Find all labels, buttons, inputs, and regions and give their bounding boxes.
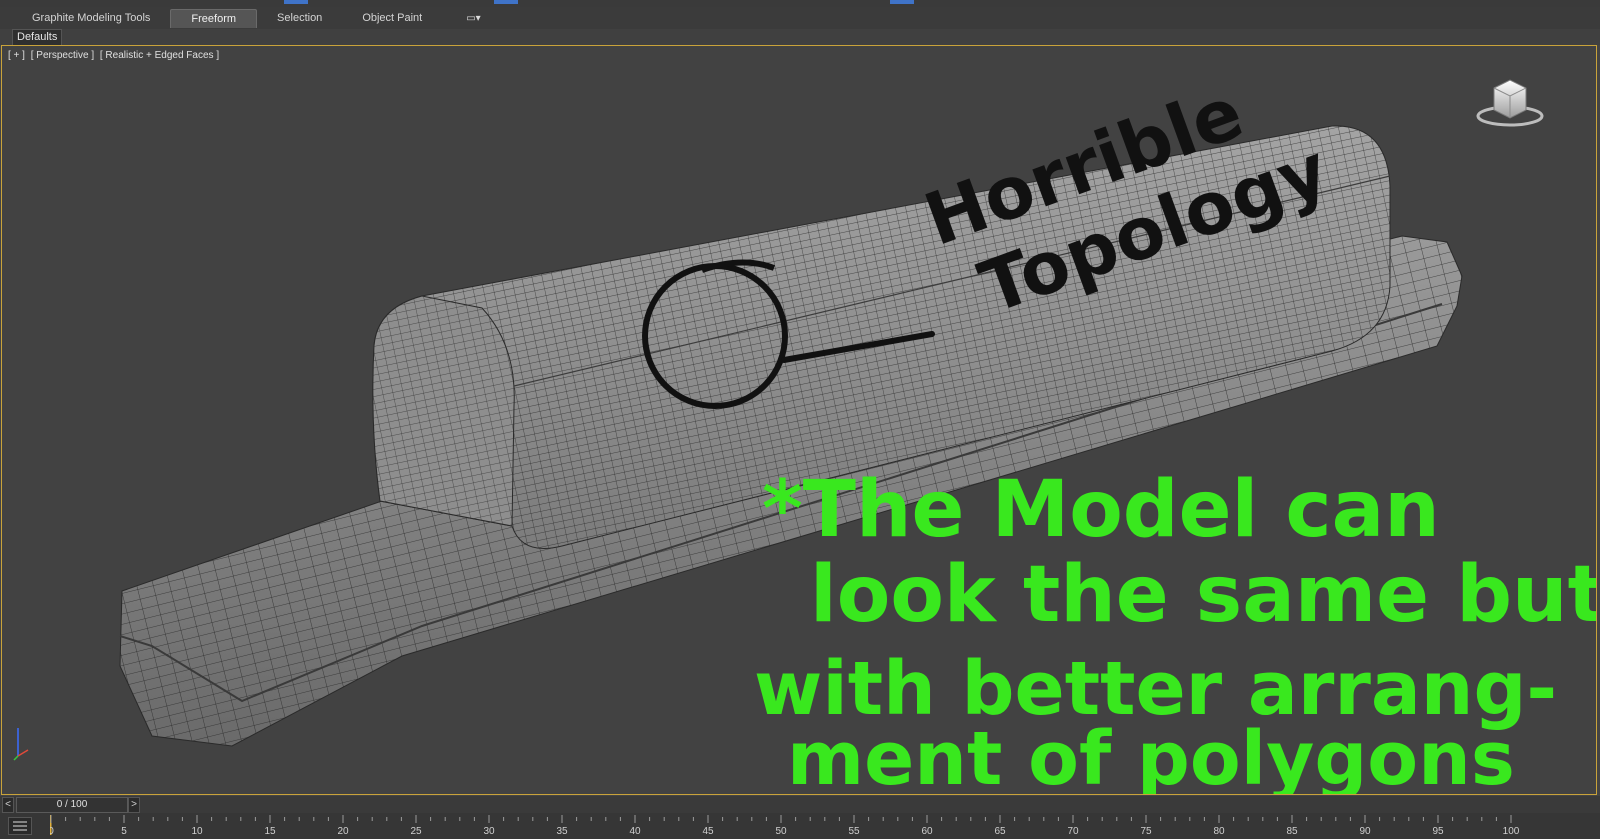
top-toolbar-strip <box>0 0 1600 7</box>
trackbar-tick-label: 80 <box>1213 826 1225 837</box>
ribbon-tabs: Graphite Modeling Tools Freeform Selecti… <box>0 7 1600 30</box>
trackbar-tick-label: 20 <box>337 826 349 837</box>
trackbar-ticks: 0 5 10 15 20 25 30 35 40 45 50 55 60 65 70 75 80 85 90 95 10… <box>50 815 1520 837</box>
trackbar-tick-label: 55 <box>848 826 860 837</box>
trackbar-tick-label: 10 <box>191 826 203 837</box>
time-slider-frame[interactable]: 0 / 100 <box>16 797 128 813</box>
trackbar-tick-label: 50 <box>775 826 787 837</box>
tab-selection[interactable]: Selection <box>257 9 342 27</box>
defaults-bar: Defaults <box>0 29 1600 46</box>
trackbar-tick-label: 45 <box>702 826 714 837</box>
trackbar-tick-label: 65 <box>994 826 1006 837</box>
time-slider-prev-button[interactable]: < <box>2 797 14 813</box>
trackbar-tick-label: 95 <box>1432 826 1444 837</box>
axis-tripod-icon <box>13 728 29 761</box>
trackbar-tick-label: 25 <box>410 826 422 837</box>
trackbar-tick-label: 85 <box>1286 826 1298 837</box>
annotation-green-line-2: look the same but <box>810 550 1596 640</box>
trackbar-tick-label: 15 <box>264 826 276 837</box>
tab-graphite-modeling-tools[interactable]: Graphite Modeling Tools <box>12 9 170 27</box>
trackbar-tick-label: 35 <box>556 826 568 837</box>
toolbar-button[interactable] <box>890 0 914 4</box>
defaults-button[interactable]: Defaults <box>12 29 63 46</box>
viewcube-icon[interactable] <box>1476 79 1544 127</box>
trackbar-tick-label: 5 <box>121 826 127 837</box>
ribbon-options-icon[interactable]: ▭▾ <box>466 13 480 24</box>
toolbar-button[interactable] <box>284 0 308 4</box>
tab-freeform[interactable]: Freeform <box>170 8 258 28</box>
tab-object-paint[interactable]: Object Paint <box>342 9 442 27</box>
trackbar-tick-label: 40 <box>629 826 641 837</box>
trackbar-tick-label: 100 <box>1503 826 1520 837</box>
trackbar-tick-label: 60 <box>921 826 933 837</box>
time-slider-next-button[interactable]: > <box>128 797 140 813</box>
trackbar-tick-label: 0 <box>50 826 54 837</box>
trackbar[interactable]: 0 5 10 15 20 25 30 35 40 45 50 55 60 65 70 75 80 85 90 95 10… <box>0 813 1600 839</box>
trackbar-tick-label: 30 <box>483 826 495 837</box>
time-slider-bar: < 0 / 100 > <box>0 796 1600 813</box>
annotation-green-line-4: ment of polygons <box>787 716 1515 794</box>
toolbar-button[interactable] <box>494 0 518 4</box>
perspective-viewport[interactable]: [ + ] [ Perspective ] [ Realistic + Edge… <box>1 45 1597 795</box>
key-filters-icon[interactable] <box>8 817 32 835</box>
trackbar-tick-label: 70 <box>1067 826 1079 837</box>
trackbar-tick-label: 90 <box>1359 826 1371 837</box>
annotation-green-note: *The Model can look the same but with be… <box>754 465 1596 794</box>
trackbar-tick-label: 75 <box>1140 826 1152 837</box>
annotation-green-line-1: *The Model can <box>762 465 1440 555</box>
viewport-scene: Horrible Topology *The Model can look th… <box>13 70 1596 794</box>
